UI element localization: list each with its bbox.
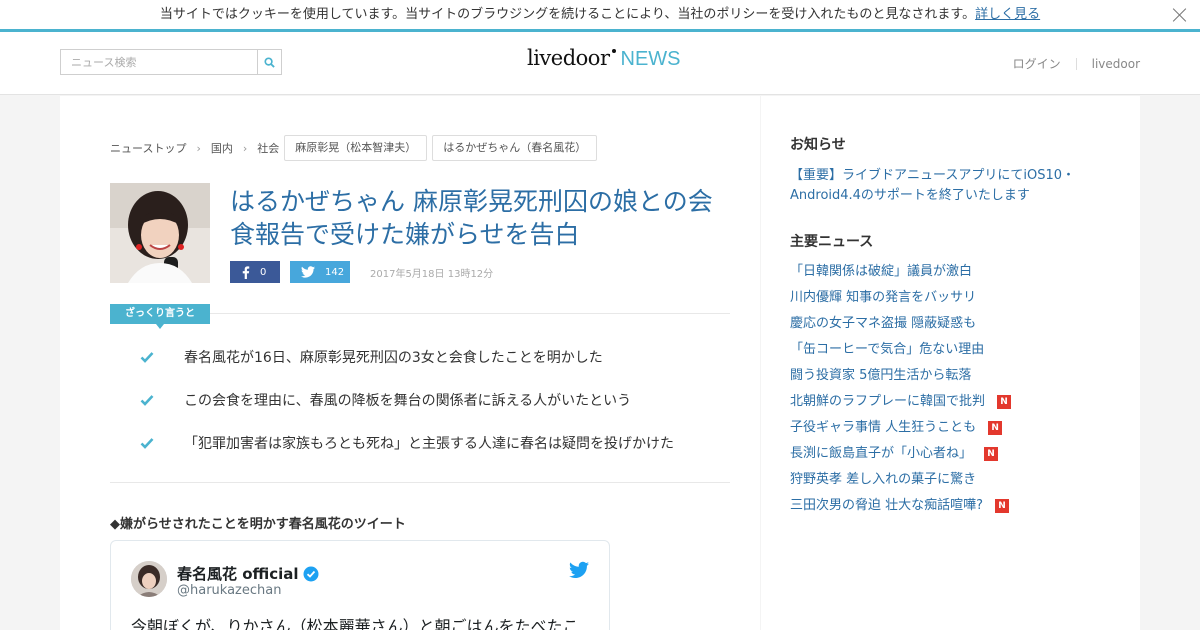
top-news-item[interactable]: 長渕に飯島直子が「小心者ね」 N [790,444,1011,470]
embedded-tweet[interactable]: 春名風花 official @harukazechan 今朝ぼくが、りかさん（松… [110,540,610,630]
top-news-list: 「日韓関係は破綻」議員が激白 川内優輝 知事の発言をバッサリ 慶応の女子マネ盗撮 隠… [790,262,1012,522]
top-news-item[interactable]: 「缶コーヒーで気合」危ない理由 [790,340,1011,366]
top-news-title: 「缶コーヒーで気合」危ない理由 [790,342,985,357]
section-heading: ◆嫌がらせされたことを明かす春名風花のツイート [110,517,406,532]
top-news-title: 狩野英孝 差し入れの菓子に驚き [790,472,977,487]
twitter-icon [301,266,315,278]
logo-livedoor: livedoor [527,46,610,70]
top-news-item[interactable]: 北朝鮮のラフプレーに韓国で批判 N [790,392,1012,418]
summary-point-text: 「犯罪加害者は家族もろとも死ね」と主張する人達に春名は疑問を投げかけた [184,436,674,452]
summary-point-text: 春名風花が16日、麻原彰晃死刑囚の3女と会食したことを明かした [184,350,603,366]
cookie-text: 当サイトではクッキーを使用しています。当サイトのブラウジングを続けることにより、… [159,7,976,22]
new-badge: N [997,395,1012,409]
article-thumbnail[interactable] [110,183,210,283]
divider [110,482,730,483]
avatar-photo-icon [131,561,167,597]
summary-points: 春名風花が16日、麻原彰晃死刑囚の3女と会食したことを明かした この会食を理由に… [140,348,674,477]
logo-news: NEWS [620,48,681,70]
facebook-icon [242,265,250,279]
top-news-title: 子役ギャラ事情 人生狂うことも [790,420,977,435]
summary-label: ざっくり言うと [110,304,210,329]
tweet-text: 今朝ぼくが、りかさん（松本麗華さん）と朝ごはんをたべたこ [131,617,579,630]
top-news-title: 「日韓関係は破綻」議員が激白 [790,264,973,279]
new-badge: N [988,421,1003,435]
verified-badge-icon [303,566,319,581]
article-title: はるかぜちゃん 麻原彰晃死刑囚の娘との会食報告で受けた嫌がらせを告白 [230,187,713,249]
notice-link[interactable]: 【重要】ライブドアニュースアプリにてiOS10・Android4.4のサポートを… [790,166,1090,206]
check-icon [140,438,154,449]
twitter-share-button[interactable]: 142 [290,261,350,283]
list-item: この会食を理由に、春風の降板を舞台の関係者に訴える人がいたという [140,391,674,434]
search-box [60,49,282,75]
tweet-handle[interactable]: @harukazechan [177,583,281,598]
summary-point-text: この会食を理由に、春風の降板を舞台の関係者に訴える人がいたという [184,393,632,409]
share-bar: 0 142 2017年5月18日 13時12分 [230,261,493,283]
top-news-heading: 主要ニュース [790,234,874,250]
check-icon [140,352,154,363]
facebook-count: 0 [260,266,267,278]
breadcrumb-top[interactable]: ニューストップ [110,140,186,156]
top-news-item[interactable]: 川内優輝 知事の発言をバッサリ [790,288,1011,314]
avatar[interactable] [131,561,167,597]
logo-dot [611,49,616,53]
top-news-title: 長渕に飯島直子が「小心者ね」 [790,446,973,461]
cookie-bar: 当サイトではクッキーを使用しています。当サイトのブラウジングを続けることにより、… [0,0,1200,32]
top-news-item[interactable]: 「日韓関係は破綻」議員が激白 [790,262,1011,288]
breadcrumb: ニューストップ › 国内 › 社会 麻原彰晃（松本智津夫） はるかぜちゃん（春名… [110,135,598,161]
twitter-bird-icon[interactable] [569,561,589,579]
close-icon[interactable] [1172,7,1188,23]
top-news-title: 三田次男の脅迫 壮大な痴話喧嘩? [790,498,984,513]
tweet-author[interactable]: 春名風花 official [177,563,319,584]
search-icon [263,56,275,68]
article-column: ニューストップ › 国内 › 社会 麻原彰晃（松本智津夫） はるかぜちゃん（春名… [60,96,760,630]
notice-heading: お知らせ [790,137,846,153]
person-photo-icon [110,183,210,283]
login-link[interactable]: ログイン [1013,55,1061,72]
sidebar: お知らせ 【重要】ライブドアニュースアプリにてiOS10・Android4.4の… [761,96,1140,630]
keyword-tag[interactable]: はるかぜちゃん（春名風花） [432,135,598,161]
top-news-title: 川内優輝 知事の発言をバッサリ [790,290,977,305]
chevron-right-icon: › [196,141,201,155]
top-news-item[interactable]: 慶応の女子マネ盗撮 隠蔽疑惑も [790,314,1011,340]
search-button[interactable] [257,50,281,74]
site-logo[interactable]: livedoor NEWS [527,46,681,80]
tweet-author-name: 春名風花 official [177,565,299,583]
check-icon [140,395,154,406]
livedoor-link[interactable]: livedoor [1092,57,1140,71]
header-nav: ログイン livedoor [1013,55,1140,72]
new-badge: N [984,447,999,461]
site-header: livedoor NEWS ログイン livedoor [0,32,1200,95]
new-badge: N [995,499,1010,513]
top-news-title: 闘う投資家 5億円生活から転落 [790,368,972,383]
breadcrumb-domestic[interactable]: 国内 [211,140,233,156]
top-news-title: 慶応の女子マネ盗撮 隠蔽疑惑も [790,316,977,331]
breadcrumb-society[interactable]: 社会 [257,140,279,156]
top-news-item[interactable]: 三田次男の脅迫 壮大な痴話喧嘩? N [790,496,1011,522]
chevron-right-icon: › [242,141,248,155]
publish-date: 2017年5月18日 13時12分 [370,268,494,280]
cookie-more-link[interactable]: 詳しく見る [975,7,1040,22]
top-news-title: 北朝鮮のラフプレーに韓国で批判 [790,394,986,409]
keyword-tag[interactable]: 麻原彰晃（松本智津夫） [284,135,428,161]
list-item: 「犯罪加害者は家族もろとも死ね」と主張する人達に春名は疑問を投げかけた [140,434,674,477]
facebook-share-button[interactable]: 0 [230,261,280,283]
divider [210,313,730,314]
top-news-item[interactable]: 闘う投資家 5億円生活から転落 [790,366,1011,392]
nav-divider [1075,57,1077,70]
list-item: 春名風花が16日、麻原彰晃死刑囚の3女と会食したことを明かした [140,348,674,391]
top-news-item[interactable]: 子役ギャラ事情 人生狂うことも N [790,418,1011,444]
search-input[interactable] [61,50,258,74]
twitter-count: 142 [325,266,345,278]
top-news-item[interactable]: 狩野英孝 差し入れの菓子に驚き [790,470,1011,496]
